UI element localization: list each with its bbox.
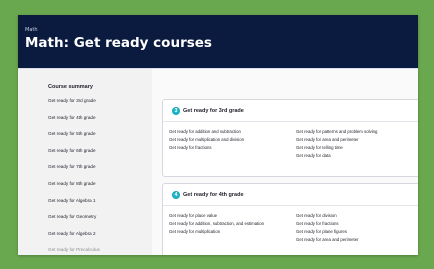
grade-3-badge-icon: 3: [172, 107, 180, 115]
sidebar-item-algebra-2[interactable]: Get ready for Algebra 2: [48, 229, 152, 246]
course-card-3rd-grade: 3 Get ready for 3rd grade Get ready for …: [162, 99, 418, 177]
course-summary-sidebar: Course summary Get ready for 3rd grade G…: [18, 68, 152, 255]
card-title[interactable]: Get ready for 4th grade: [183, 192, 244, 198]
card-header: 4 Get ready for 4th grade: [163, 184, 418, 206]
unit-link[interactable]: Get ready for addition, subtraction, and…: [169, 220, 296, 228]
unit-link[interactable]: Get ready for fractions: [296, 220, 418, 228]
unit-link[interactable]: Get ready for multiplication: [169, 228, 296, 236]
unit-list-right: Get ready for patterns and problem solvi…: [296, 128, 418, 160]
unit-link[interactable]: Get ready for addition and subtraction: [169, 128, 296, 136]
page-title: Math: Get ready courses: [25, 35, 212, 51]
unit-link[interactable]: Get ready for area and perimeter: [296, 236, 418, 244]
sidebar-item-7th-grade[interactable]: Get ready for 7th grade: [48, 162, 152, 179]
sidebar-item-geometry[interactable]: Get ready for Geometry: [48, 212, 152, 229]
course-card-4th-grade: 4 Get ready for 4th grade Get ready for …: [162, 183, 418, 255]
unit-list-left: Get ready for addition and subtraction G…: [169, 128, 296, 160]
main-content: 3 Get ready for 3rd grade Get ready for …: [152, 68, 418, 255]
sidebar-item-6th-grade[interactable]: Get ready for 6th grade: [48, 146, 152, 163]
unit-link[interactable]: Get ready for division: [296, 212, 418, 220]
sidebar-item-4th-grade[interactable]: Get ready for 4th grade: [48, 113, 152, 130]
sidebar-item-8th-grade[interactable]: Get ready for 8th grade: [48, 179, 152, 196]
card-header: 3 Get ready for 3rd grade: [163, 100, 418, 122]
unit-link[interactable]: Get ready for place value: [169, 212, 296, 220]
unit-link[interactable]: Get ready for multiplication and divisio…: [169, 136, 296, 144]
header-divider: [18, 68, 418, 69]
card-title[interactable]: Get ready for 3rd grade: [183, 108, 244, 114]
sidebar-item-algebra-1[interactable]: Get ready for Algebra 1: [48, 196, 152, 213]
unit-link[interactable]: Get ready for patterns and problem solvi…: [296, 128, 418, 136]
unit-link[interactable]: Get ready for fractions: [169, 144, 296, 152]
sidebar-heading: Course summary: [48, 84, 93, 90]
app-window: Math Math: Get ready courses Course summ…: [18, 15, 418, 255]
sidebar-item-5th-grade[interactable]: Get ready for 5th grade: [48, 129, 152, 146]
unit-list-right: Get ready for division Get ready for fra…: [296, 212, 418, 244]
unit-list-left: Get ready for place value Get ready for …: [169, 212, 296, 244]
unit-link[interactable]: Get ready for area and perimeter: [296, 136, 418, 144]
unit-link[interactable]: Get ready for telling time: [296, 144, 418, 152]
page-header: Math Math: Get ready courses: [18, 15, 418, 68]
sidebar-item-3rd-grade[interactable]: Get ready for 3rd grade: [48, 96, 152, 113]
unit-link[interactable]: Get ready for plane figures: [296, 228, 418, 236]
breadcrumb-math[interactable]: Math: [25, 27, 418, 33]
sidebar-item-precalculus[interactable]: Get ready for Precalculus: [48, 245, 152, 255]
unit-link[interactable]: Get ready for data: [296, 152, 418, 160]
grade-4-badge-icon: 4: [172, 191, 180, 199]
